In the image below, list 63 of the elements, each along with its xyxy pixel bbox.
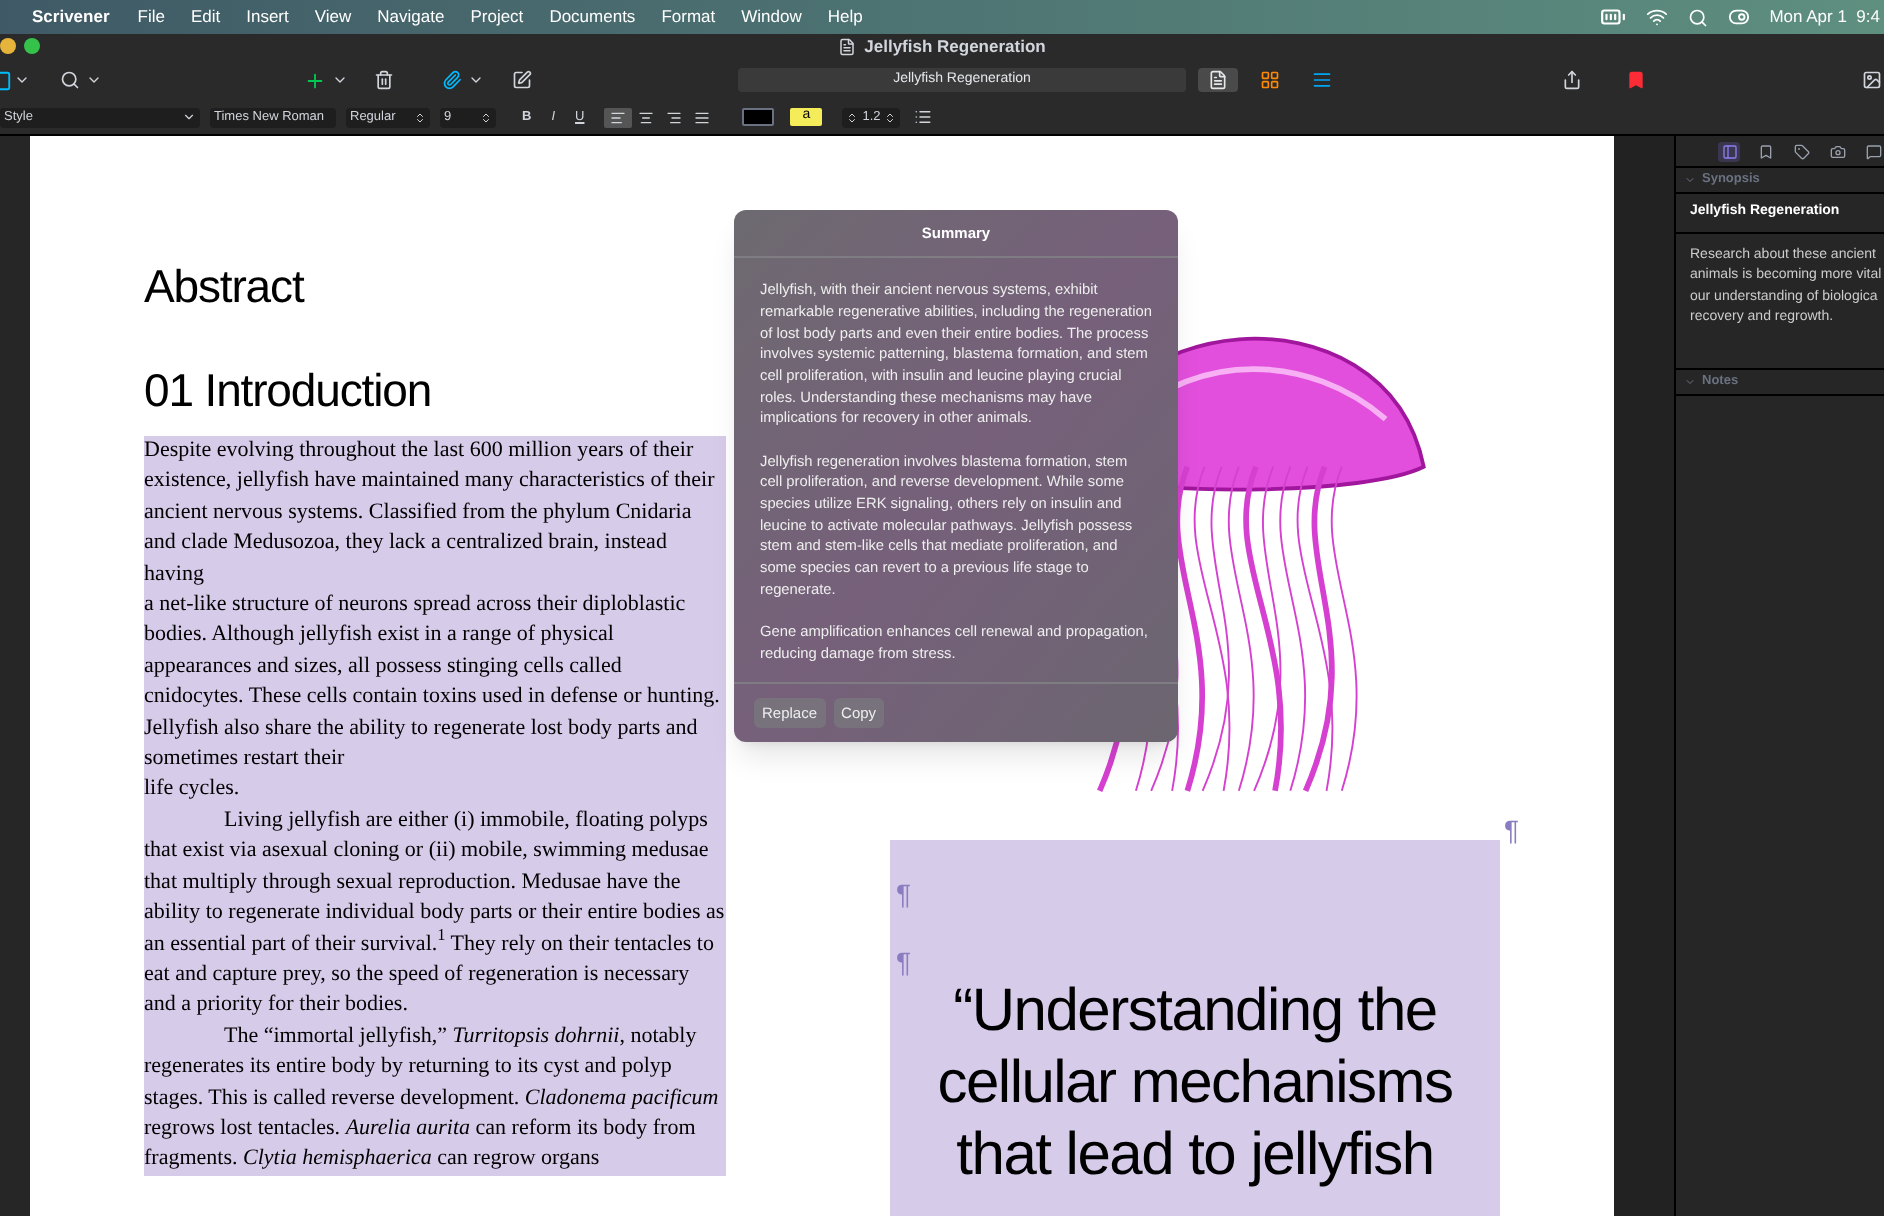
pilcrow: ¶ bbox=[896, 879, 912, 908]
menu-item[interactable]: Edit bbox=[190, 4, 221, 30]
chevron-icon bbox=[1684, 375, 1696, 387]
menu-item[interactable]: Insert bbox=[246, 4, 289, 30]
body-paragraph: Living jellyfish are either (i) immobile, floating polyps that exist via asexual cloning or (ii) mobile, swimming medusae that multiply through sexual reproduction. Medusae have the ability to regenerate individual body parts or their entire bodies as an essential part of their survival.$^{1}$ They rely on their tentacles to eat and capture prey, so the speed of regeneration is necessary and a priority for their bodies. bbox=[144, 805, 726, 1021]
window-title: Jellyfish Regeneration bbox=[864, 34, 1046, 60]
inspector-tab[interactable] bbox=[1826, 141, 1848, 161]
chevron-icon[interactable] bbox=[332, 72, 348, 88]
align-right-icon bbox=[666, 109, 683, 125]
align-justify-icon bbox=[694, 109, 711, 125]
menu-item[interactable]: Documents bbox=[549, 4, 636, 30]
trash-icon[interactable] bbox=[374, 70, 394, 90]
outline-view-icon bbox=[1312, 70, 1332, 90]
menu-item[interactable]: View bbox=[314, 4, 352, 30]
heading: 01 Introduction bbox=[144, 364, 434, 416]
minimize-button[interactable] bbox=[0, 38, 16, 54]
menu-item[interactable]: Format bbox=[661, 4, 716, 30]
chevron-icon bbox=[182, 110, 196, 124]
pilcrow: ¶ bbox=[1504, 816, 1520, 844]
synopsis-icon bbox=[1721, 143, 1737, 159]
corkboard-view-icon bbox=[1260, 70, 1280, 90]
align-button[interactable] bbox=[604, 107, 633, 127]
compose-icon[interactable] bbox=[512, 70, 532, 90]
align-left-icon bbox=[610, 109, 627, 125]
paperclip-icon[interactable] bbox=[442, 70, 462, 90]
menu-item[interactable]: Help bbox=[827, 4, 863, 30]
body-paragraph: The “immortal jellyfish,” Turritopsis dohrnii, notably regenerates its entire body by returning to its cyst and polyp stages. This is called reverse development. Cladonema pacificum regrows lost tentacles. Aurelia aurita can reform its body from fragments. Clytia hemisphaerica can regrow organs bbox=[144, 1021, 721, 1175]
heading: Abstract bbox=[144, 260, 307, 312]
bookmark-icon bbox=[1757, 143, 1773, 159]
image-icon[interactable] bbox=[1862, 70, 1882, 90]
align-center-icon bbox=[638, 109, 655, 125]
document-icon bbox=[838, 38, 857, 56]
zoom-button[interactable] bbox=[24, 38, 40, 54]
app-menu[interactable]: Scrivener bbox=[32, 4, 110, 30]
chevron-icon[interactable] bbox=[14, 72, 30, 88]
pull-quote: “Understanding the cellular mechanisms that lead to jellyfish bbox=[935, 975, 1455, 1192]
document-view-icon bbox=[1208, 70, 1228, 90]
menu-item[interactable]: Navigate bbox=[377, 4, 445, 30]
battery-icon[interactable] bbox=[1599, 4, 1626, 30]
list-icon[interactable] bbox=[914, 108, 933, 126]
wifi-icon[interactable] bbox=[1645, 6, 1668, 28]
menu-item[interactable]: File bbox=[137, 4, 165, 30]
body-paragraph: life cycles. bbox=[144, 774, 242, 805]
bookmark-icon[interactable] bbox=[1626, 70, 1646, 90]
control-center-icon[interactable] bbox=[1727, 6, 1750, 28]
inspector-tab[interactable] bbox=[1790, 141, 1812, 161]
share-icon[interactable] bbox=[1562, 70, 1582, 90]
inspector-tab[interactable] bbox=[1862, 141, 1884, 161]
menu-item[interactable]: Window bbox=[741, 4, 802, 30]
camera-icon bbox=[1829, 143, 1845, 159]
menu-item[interactable]: Project bbox=[470, 4, 524, 30]
add-icon[interactable] bbox=[304, 69, 326, 91]
chevron-icon[interactable] bbox=[468, 72, 484, 88]
search-icon[interactable] bbox=[60, 70, 80, 90]
chevron-icon bbox=[1684, 174, 1696, 186]
inspector-tab[interactable] bbox=[1718, 141, 1740, 161]
comment-icon bbox=[1865, 143, 1881, 159]
view-mode-button[interactable] bbox=[1198, 68, 1238, 92]
tag-icon bbox=[1793, 143, 1809, 159]
pilcrow: ¶ bbox=[896, 947, 912, 976]
chevron-icon[interactable] bbox=[86, 72, 102, 88]
clock[interactable]: Mon Apr 1 9:4 bbox=[1769, 4, 1880, 30]
text-color-well[interactable] bbox=[742, 108, 775, 126]
